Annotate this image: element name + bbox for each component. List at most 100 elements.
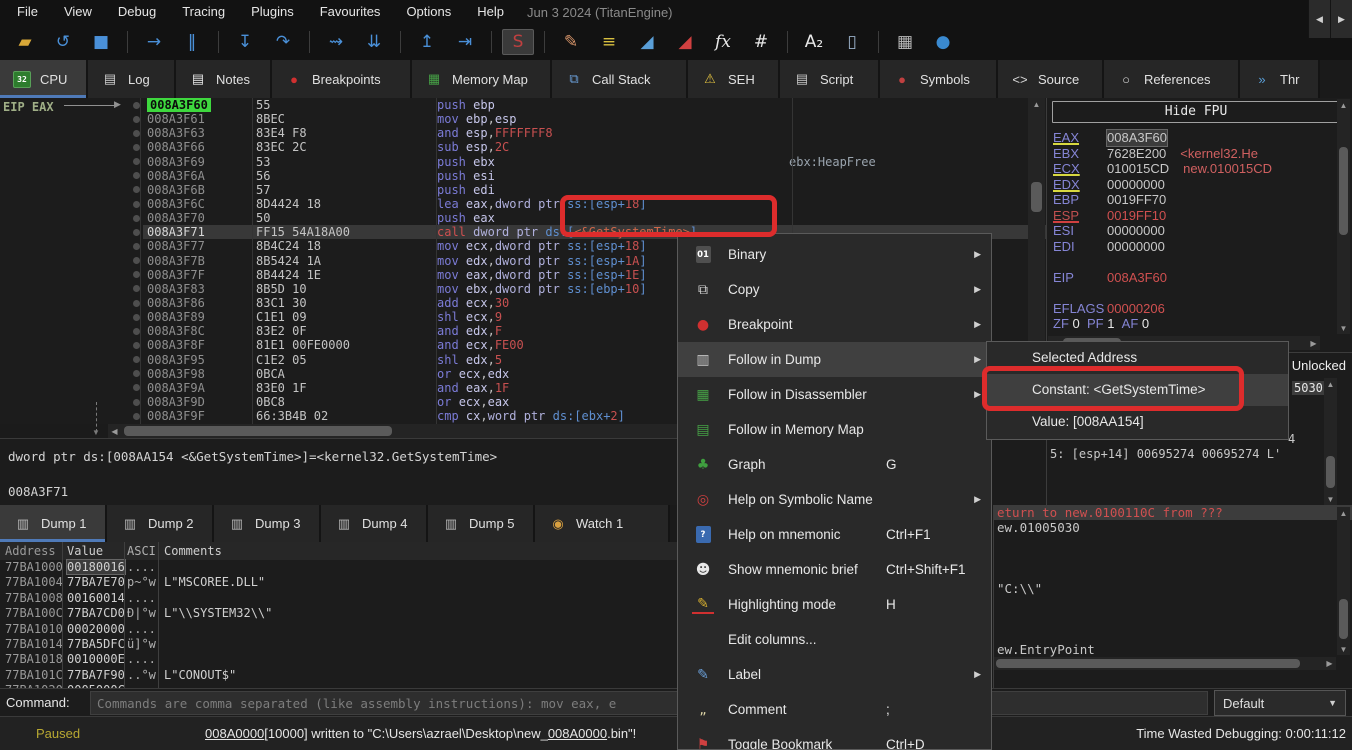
breakpoint-dot-icon[interactable] [133,257,140,264]
stack-row[interactable] [994,535,1352,550]
breakpoint-gutter[interactable] [130,98,143,112]
menu-help[interactable]: Help [464,0,517,24]
disasm-address[interactable]: 008A3F89 [143,310,253,324]
register-row[interactable] [1053,285,1349,301]
address-link[interactable]: 008A0000 [548,726,607,741]
breakpoint-gutter[interactable] [130,140,143,154]
breakpoint-dot-icon[interactable] [133,285,140,292]
disasm-address[interactable]: 008A3F7B [143,254,253,268]
disasm-address[interactable]: 008A3F6A [143,169,253,183]
breakpoint-dot-icon[interactable] [133,314,140,321]
register-row[interactable]: ESP0019FF10 [1053,208,1349,224]
disasm-row[interactable]: 008A3F618BECmov ebp,esp [0,112,1046,126]
disasm-address[interactable]: 008A3F8F [143,338,253,352]
disasm-address[interactable]: 008A3F98 [143,367,253,381]
scroll-thumb[interactable] [996,659,1300,668]
tab-memory-map[interactable]: ▦Memory Map [412,60,552,98]
disasm-address[interactable]: 008A3F86 [143,296,253,310]
menu-debug[interactable]: Debug [105,0,169,24]
breakpoint-gutter[interactable] [130,254,143,268]
disasm-row[interactable]: 008A3F6383E4 F8and esp,FFFFFFF8 [0,126,1046,140]
breakpoint-gutter[interactable] [130,197,143,211]
tab-source[interactable]: <>Source [998,60,1104,98]
dump-col-header[interactable]: Address [0,542,62,560]
disasm-row[interactable]: 008A3F6683EC 2Csub esp,2C [0,140,1046,154]
menu-item-help-on-mnemonic[interactable]: ?Help on mnemonicCtrl+F1 [678,517,991,552]
menu-item-follow-in-dump[interactable]: ▥Follow in Dump▶ [678,342,991,377]
dump-tab-dump-2[interactable]: ▥Dump 2 [107,505,214,542]
disasm-address[interactable]: 008A3F70 [143,211,253,225]
scroll-right-icon[interactable]: ▶ [1307,336,1320,350]
hide-fpu-button[interactable]: Hide FPU [1052,101,1340,123]
internet-icon[interactable]: ● [927,29,959,55]
stack-row[interactable] [994,627,1352,642]
address-link[interactable]: 008A0000 [205,726,264,741]
menu-item-label[interactable]: ✎Label▶ [678,657,991,692]
breakpoint-gutter[interactable] [130,183,143,197]
stack-row[interactable]: "C:\\" [994,581,1352,596]
scroll-left-icon[interactable]: ◀ [108,424,121,438]
trace-into-icon[interactable]: ⇝ [320,29,352,55]
hash-icon[interactable]: # [745,29,777,55]
disasm-address[interactable]: 008A3F6B [143,183,253,197]
tab-breakpoints[interactable]: ●Breakpoints [272,60,412,98]
arguments-vscrollbar[interactable]: ▲ ▼ [1324,378,1337,505]
menu-item-follow-in-disassembler[interactable]: ▦Follow in Disassembler▶ [678,377,991,412]
scroll-down-icon[interactable]: ▼ [1324,493,1337,505]
breakpoint-dot-icon[interactable] [133,116,140,123]
notify-icon[interactable]: ▯ [836,29,868,55]
dump-tab-watch-1[interactable]: ◉Watch 1 [535,505,670,542]
stack-hscrollbar[interactable]: ▶ [994,657,1336,670]
disasm-address[interactable]: 008A3F9D [143,395,253,409]
menu-plugins[interactable]: Plugins [238,0,307,24]
disasm-address[interactable]: 008A3F7F [143,268,253,282]
registers-vscrollbar[interactable]: ▲ ▼ [1337,99,1350,334]
disasm-address[interactable]: 008A3F60 [143,98,253,112]
tab-script[interactable]: ▤Script [780,60,880,98]
restart-icon[interactable]: ↺ [47,29,79,55]
disasm-address[interactable]: 008A3F9F [143,409,253,423]
register-row[interactable]: ZF 0 PF 1 AF 0 [1053,316,1349,332]
submenu-item[interactable]: Selected Address [987,342,1288,374]
script-icon[interactable]: S [502,29,534,55]
menu-item-copy[interactable]: ⧉Copy▶ [678,272,991,307]
dump-col-header[interactable]: Value [62,542,124,560]
menu-item-graph[interactable]: ♣GraphG [678,447,991,482]
disasm-address[interactable]: 008A3F71 [143,225,253,239]
run-icon[interactable]: → [138,29,170,55]
stack-row[interactable] [994,611,1352,626]
breakpoint-dot-icon[interactable] [133,172,140,179]
scroll-down-icon[interactable]: ▼ [1337,643,1350,655]
register-row[interactable]: EBX7628E200<kernel32.He [1053,146,1349,162]
scroll-up-icon[interactable]: ▲ [1028,98,1045,111]
breakpoint-gutter[interactable] [130,353,143,367]
menu-item-toggle-bookmark[interactable]: ⚑Toggle BookmarkCtrl+D [678,727,991,750]
patch-icon[interactable]: ✎ [555,29,587,55]
breakpoint-gutter[interactable] [130,112,143,126]
assemble-icon[interactable]: fx [707,29,739,55]
breakpoint-gutter[interactable] [130,395,143,409]
disasm-address[interactable]: 008A3F77 [143,239,253,253]
breakpoint-dot-icon[interactable] [133,356,140,363]
breakpoint-dot-icon[interactable] [133,201,140,208]
breakpoint-gutter[interactable] [130,367,143,381]
disasm-row[interactable]: 008A3F6B57push edi [0,183,1046,197]
breakpoint-dot-icon[interactable] [133,300,140,307]
disasm-address[interactable]: 008A3F8C [143,324,253,338]
open-file-icon[interactable]: ▰ [9,29,41,55]
menu-item-comment[interactable]: „Comment; [678,692,991,727]
register-row[interactable]: EAX008A3F60 [1053,130,1349,146]
breakpoint-gutter[interactable] [130,239,143,253]
breakpoint-gutter[interactable] [130,268,143,282]
disasm-address[interactable]: 008A3F6C [143,197,253,211]
scroll-down-icon[interactable]: ▼ [1337,322,1350,334]
tab-symbols[interactable]: ●Symbols [880,60,998,98]
stack-row[interactable] [994,596,1352,611]
arguments-lock-state[interactable]: Unlocked [1292,358,1346,373]
menu-item-binary[interactable]: 01Binary▶ [678,237,991,272]
breakpoint-gutter[interactable] [130,324,143,338]
register-row[interactable] [1053,254,1349,270]
calculator-icon[interactable]: ▦ [889,29,921,55]
tab-cpu[interactable]: 32CPU [0,60,88,98]
stack-row[interactable]: eturn to new.0100110C from ??? [994,505,1352,520]
